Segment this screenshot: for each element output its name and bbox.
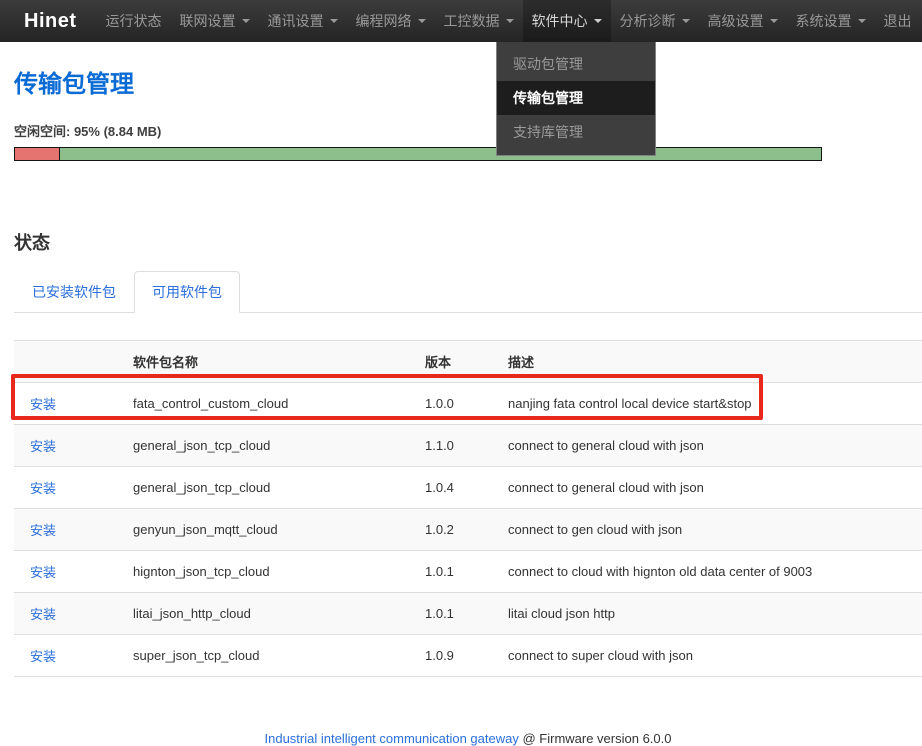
header-package-name: 软件包名称 [125,341,417,383]
version-cell: 1.0.1 [417,593,500,635]
software-center-dropdown: 驱动包管理传输包管理支持库管理 [496,42,656,156]
table-row: 安装 hignton_json_tcp_cloud1.0.1connect to … [14,551,922,593]
description-cell: nanjing fata control local device start&… [500,383,922,425]
action-cell: 安装 [14,383,125,425]
table-row: 安装 general_json_tcp_cloud1.0.4connect to … [14,467,922,509]
tab-installed-packages[interactable]: 已安装软件包 [14,271,134,313]
navbar-menu: 运行状态联网设置通讯设置编程网络工控数据软件中心分析诊断高级设置系统设置退出 [97,0,921,42]
dropdown-item-support-lib-mgmt[interactable]: 支持库管理 [497,115,655,149]
tab-available-packages[interactable]: 可用软件包 [134,271,240,313]
chevron-down-icon [418,19,426,23]
version-cell: 1.0.0 [417,383,500,425]
dropdown-item-driver-package-mgmt[interactable]: 驱动包管理 [497,47,655,81]
description-cell: connect to general cloud with json [500,425,922,467]
chevron-down-icon [682,19,690,23]
nav-item-label: 联网设置 [180,0,236,42]
action-cell: 安装 [14,467,125,509]
install-link[interactable]: 安装 [30,649,56,664]
nav-item-advanced-settings[interactable]: 高级设置 [699,0,787,42]
nav-item-logout[interactable]: 退出 [875,0,921,42]
nav-item-label: 运行状态 [106,0,162,42]
description-cell: connect to super cloud with json [500,635,922,677]
package-name-cell: litai_json_http_cloud [125,593,417,635]
nav-item-system-settings[interactable]: 系统设置 [787,0,875,42]
packages-table: 软件包名称 版本 描述 安装fata_control_custom_cloud1… [14,340,922,677]
description-cell: litai cloud json http [500,593,922,635]
footer: Industrial intelligent communication gat… [14,731,922,746]
action-cell: 安装 [14,425,125,467]
chevron-down-icon [242,19,250,23]
package-name-cell: super_json_tcp_cloud [125,635,417,677]
chevron-down-icon [506,19,514,23]
progress-used-segment [14,147,60,161]
free-space-progress-bar [14,147,822,161]
table-header-row: 软件包名称 版本 描述 [14,341,922,383]
version-cell: 1.1.0 [417,425,500,467]
footer-firmware-text: @ Firmware version 6.0.0 [519,731,672,746]
progress-free-segment [60,147,822,161]
version-cell: 1.0.2 [417,509,500,551]
nav-item-label: 通讯设置 [268,0,324,42]
nav-item-label: 软件中心 [532,0,588,42]
description-cell: connect to general cloud with json [500,467,922,509]
footer-gateway-link[interactable]: Industrial intelligent communication gat… [265,731,519,746]
chevron-down-icon [594,19,602,23]
nav-item-comm-settings[interactable]: 通讯设置 [259,0,347,42]
action-cell: 安装 [14,509,125,551]
description-cell: connect to gen cloud with json [500,509,922,551]
package-name-cell: general_json_tcp_cloud [125,425,417,467]
install-link[interactable]: 安装 [30,607,56,622]
status-heading: 状态 [14,229,922,255]
nav-item-analysis-diagnosis[interactable]: 分析诊断 [611,0,699,42]
header-description: 描述 [500,341,922,383]
nav-item-run-status[interactable]: 运行状态 [97,0,171,42]
nav-item-network-settings[interactable]: 联网设置 [171,0,259,42]
table-row: 安装 super_json_tcp_cloud1.0.9connect to su… [14,635,922,677]
table-row: 安装 fata_control_custom_cloud1.0.0nanjing … [14,383,922,425]
chevron-down-icon [858,19,866,23]
version-cell: 1.0.9 [417,635,500,677]
version-cell: 1.0.4 [417,467,500,509]
packages-table-wrap: 软件包名称 版本 描述 安装fata_control_custom_cloud1… [14,340,922,677]
install-link[interactable]: 安装 [30,565,56,580]
header-version: 版本 [417,341,500,383]
table-row: 安装 genyun_json_mqtt_cloud1.0.2connect to … [14,509,922,551]
install-link[interactable]: 安装 [30,397,56,412]
header-action [14,341,125,383]
free-space-label: 空闲空间: 95% (8.84 MB) [14,121,922,140]
install-link[interactable]: 安装 [30,523,56,538]
main-content: 传输包管理 空闲空间: 95% (8.84 MB) 状态 已安装软件包可用软件包… [0,64,922,746]
nav-item-label: 编程网络 [356,0,412,42]
package-name-cell: general_json_tcp_cloud [125,467,417,509]
nav-item-label: 高级设置 [708,0,764,42]
install-link[interactable]: 安装 [30,439,56,454]
table-body: 安装 fata_control_custom_cloud1.0.0nanjing … [14,383,922,677]
description-cell: connect to cloud with hignton old data c… [500,551,922,593]
nav-item-label: 系统设置 [796,0,852,42]
package-tabs: 已安装软件包可用软件包 [14,271,922,313]
dropdown-item-transfer-package-mgmt[interactable]: 传输包管理 [497,81,655,115]
action-cell: 安装 [14,593,125,635]
table-row: 安装 general_json_tcp_cloud1.1.0connect to … [14,425,922,467]
version-cell: 1.0.1 [417,551,500,593]
chevron-down-icon [770,19,778,23]
install-link[interactable]: 安装 [30,481,56,496]
nav-item-programming-network[interactable]: 编程网络 [347,0,435,42]
nav-item-industrial-data[interactable]: 工控数据 [435,0,523,42]
page-title: 传输包管理 [14,64,922,99]
chevron-down-icon [330,19,338,23]
nav-item-label: 分析诊断 [620,0,676,42]
brand-logo: Hinet [0,10,89,33]
action-cell: 安装 [14,551,125,593]
nav-item-label: 工控数据 [444,0,500,42]
nav-item-label: 退出 [884,0,912,42]
table-row: 安装 litai_json_http_cloud1.0.1litai cloud … [14,593,922,635]
nav-item-software-center[interactable]: 软件中心 [523,0,611,42]
navbar: Hinet 运行状态联网设置通讯设置编程网络工控数据软件中心分析诊断高级设置系统… [0,0,922,42]
action-cell: 安装 [14,635,125,677]
package-name-cell: hignton_json_tcp_cloud [125,551,417,593]
package-name-cell: fata_control_custom_cloud [125,383,417,425]
package-name-cell: genyun_json_mqtt_cloud [125,509,417,551]
